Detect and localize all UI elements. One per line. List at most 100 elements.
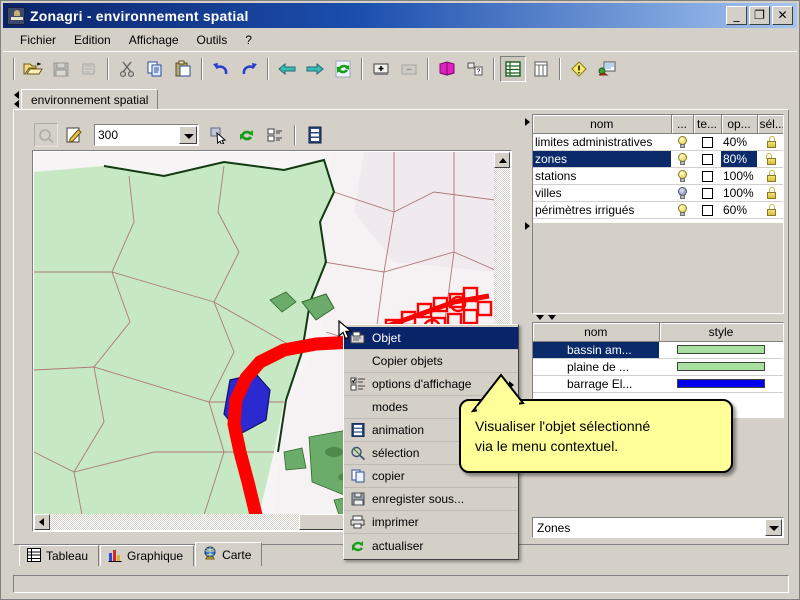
- visibility-cell[interactable]: [671, 201, 693, 219]
- table-row[interactable]: bassin am...: [533, 341, 783, 359]
- context-menu-item-enregister-sous[interactable]: enregister sous...: [344, 488, 518, 511]
- grid-view-button[interactable]: [528, 56, 554, 82]
- back-button[interactable]: [274, 56, 300, 82]
- table-row[interactable]: plaine de ...: [533, 358, 783, 376]
- cut-button[interactable]: [114, 56, 140, 82]
- object-name: barrage El...: [533, 375, 659, 393]
- visibility-cell[interactable]: [671, 167, 693, 185]
- remove-window-button[interactable]: [396, 56, 422, 82]
- animation-button[interactable]: [303, 123, 327, 147]
- col-header-style[interactable]: style: [659, 323, 783, 342]
- table-row[interactable]: villes 100%: [533, 184, 783, 202]
- display-options-button[interactable]: [263, 123, 287, 147]
- refresh-map-button[interactable]: [235, 123, 259, 147]
- te-cell[interactable]: [693, 133, 721, 151]
- book-button[interactable]: [434, 56, 460, 82]
- print-preview-button[interactable]: [76, 56, 102, 82]
- document-tab-environnement-spatial[interactable]: environnement spatial: [21, 89, 159, 111]
- opacity-cell[interactable]: 80%: [721, 150, 757, 168]
- layer-selector-combo[interactable]: Zones: [532, 517, 784, 538]
- checkbox-icon[interactable]: [701, 187, 713, 199]
- visibility-cell[interactable]: [671, 150, 693, 168]
- tab-carte[interactable]: Carte: [195, 542, 263, 566]
- lock-cell[interactable]: [757, 133, 783, 151]
- object-style-cell[interactable]: [659, 341, 783, 359]
- table-row[interactable]: barrage El...: [533, 375, 783, 393]
- redo-button[interactable]: [236, 56, 262, 82]
- col-header-te[interactable]: te...: [693, 115, 722, 134]
- opacity-cell[interactable]: 100%: [721, 167, 757, 185]
- col-header-nom[interactable]: nom: [533, 115, 672, 134]
- context-menu-item-copier-objets[interactable]: Copier objets: [344, 350, 518, 373]
- scroll-left-button[interactable]: [34, 514, 50, 530]
- context-menu-item-actualiser[interactable]: actualiser: [344, 534, 518, 557]
- scale-combo[interactable]: 300: [94, 124, 199, 146]
- opacity-cell[interactable]: 40%: [721, 133, 757, 151]
- copy-button[interactable]: [142, 56, 168, 82]
- lock-cell[interactable]: [757, 184, 783, 202]
- lock-cell[interactable]: [757, 201, 783, 219]
- pointer-select-button[interactable]: [207, 123, 231, 147]
- col-header-op[interactable]: op...: [721, 115, 758, 134]
- menu-item-outils[interactable]: Outils: [188, 31, 237, 49]
- visibility-cell[interactable]: [671, 133, 693, 151]
- save-button[interactable]: [48, 56, 74, 82]
- selection-lasso-button[interactable]: [34, 123, 58, 147]
- undo-button[interactable]: [208, 56, 234, 82]
- edit-pencil-button[interactable]: [62, 123, 86, 147]
- context-menu-item-imprimer[interactable]: imprimer: [344, 511, 518, 534]
- horizontal-splitter[interactable]: [532, 314, 784, 322]
- table-row[interactable]: limites administratives 40%: [533, 133, 783, 151]
- table-row[interactable]: stations 100%: [533, 167, 783, 185]
- maximize-button[interactable]: ❐: [749, 6, 770, 25]
- forward-button[interactable]: [302, 56, 328, 82]
- map-tool-button[interactable]: [594, 56, 620, 82]
- scroll-up-button[interactable]: [494, 152, 510, 168]
- layer-selector-arrow[interactable]: [765, 519, 782, 536]
- refresh-button[interactable]: [330, 56, 356, 82]
- tab-scroll-arrows[interactable]: [13, 89, 21, 109]
- menu-item-help[interactable]: ?: [236, 31, 261, 49]
- checkbox-icon[interactable]: [701, 153, 713, 165]
- vertical-splitter[interactable]: [524, 114, 532, 538]
- table-row[interactable]: périmètres irrigués 60%: [533, 201, 783, 219]
- opacity-cell[interactable]: 100%: [721, 184, 757, 202]
- lock-cell[interactable]: [757, 167, 783, 185]
- paste-icon: [175, 60, 191, 76]
- paste-button[interactable]: [170, 56, 196, 82]
- close-button[interactable]: ✕: [772, 6, 793, 25]
- lock-open-icon: [765, 153, 777, 166]
- open-button[interactable]: [20, 56, 46, 82]
- add-window-button[interactable]: [368, 56, 394, 82]
- te-cell[interactable]: [693, 167, 721, 185]
- menu-item-fichier[interactable]: Fichier: [11, 31, 65, 49]
- col-header-sel[interactable]: sél...: [757, 115, 783, 134]
- warning-button[interactable]: [566, 56, 592, 82]
- checkbox-icon[interactable]: [701, 136, 713, 148]
- col-header-nom[interactable]: nom: [533, 323, 660, 342]
- tab-tableau[interactable]: Tableau: [19, 545, 100, 566]
- opacity-cell[interactable]: 60%: [721, 201, 757, 219]
- menu-item-edition[interactable]: Edition: [65, 31, 120, 49]
- tab-graphique[interactable]: Graphique: [100, 545, 195, 566]
- checkbox-icon[interactable]: [701, 204, 713, 216]
- context-menu-item-objet[interactable]: Objet: [344, 327, 518, 350]
- object-style-cell[interactable]: [659, 375, 783, 393]
- redo-icon: [242, 62, 257, 74]
- table-row[interactable]: zones 80%: [533, 150, 783, 168]
- minimize-button[interactable]: _: [726, 6, 747, 25]
- scale-combo-arrow[interactable]: [179, 126, 197, 144]
- table-view-button[interactable]: [500, 55, 526, 82]
- lock-cell[interactable]: [757, 150, 783, 168]
- query-icon: ?: [467, 62, 483, 75]
- menu-item-affichage[interactable]: Affichage: [120, 31, 188, 49]
- checkbox-icon[interactable]: [701, 170, 713, 182]
- te-cell[interactable]: [693, 201, 721, 219]
- balloon-line-1: Visualiser l'objet sélectionné: [475, 418, 651, 434]
- col-header-vis[interactable]: ...: [671, 115, 694, 134]
- visibility-cell[interactable]: [671, 184, 693, 202]
- te-cell[interactable]: [693, 184, 721, 202]
- query-button[interactable]: ?: [462, 56, 488, 82]
- object-style-cell[interactable]: [659, 358, 783, 376]
- te-cell[interactable]: [693, 150, 721, 168]
